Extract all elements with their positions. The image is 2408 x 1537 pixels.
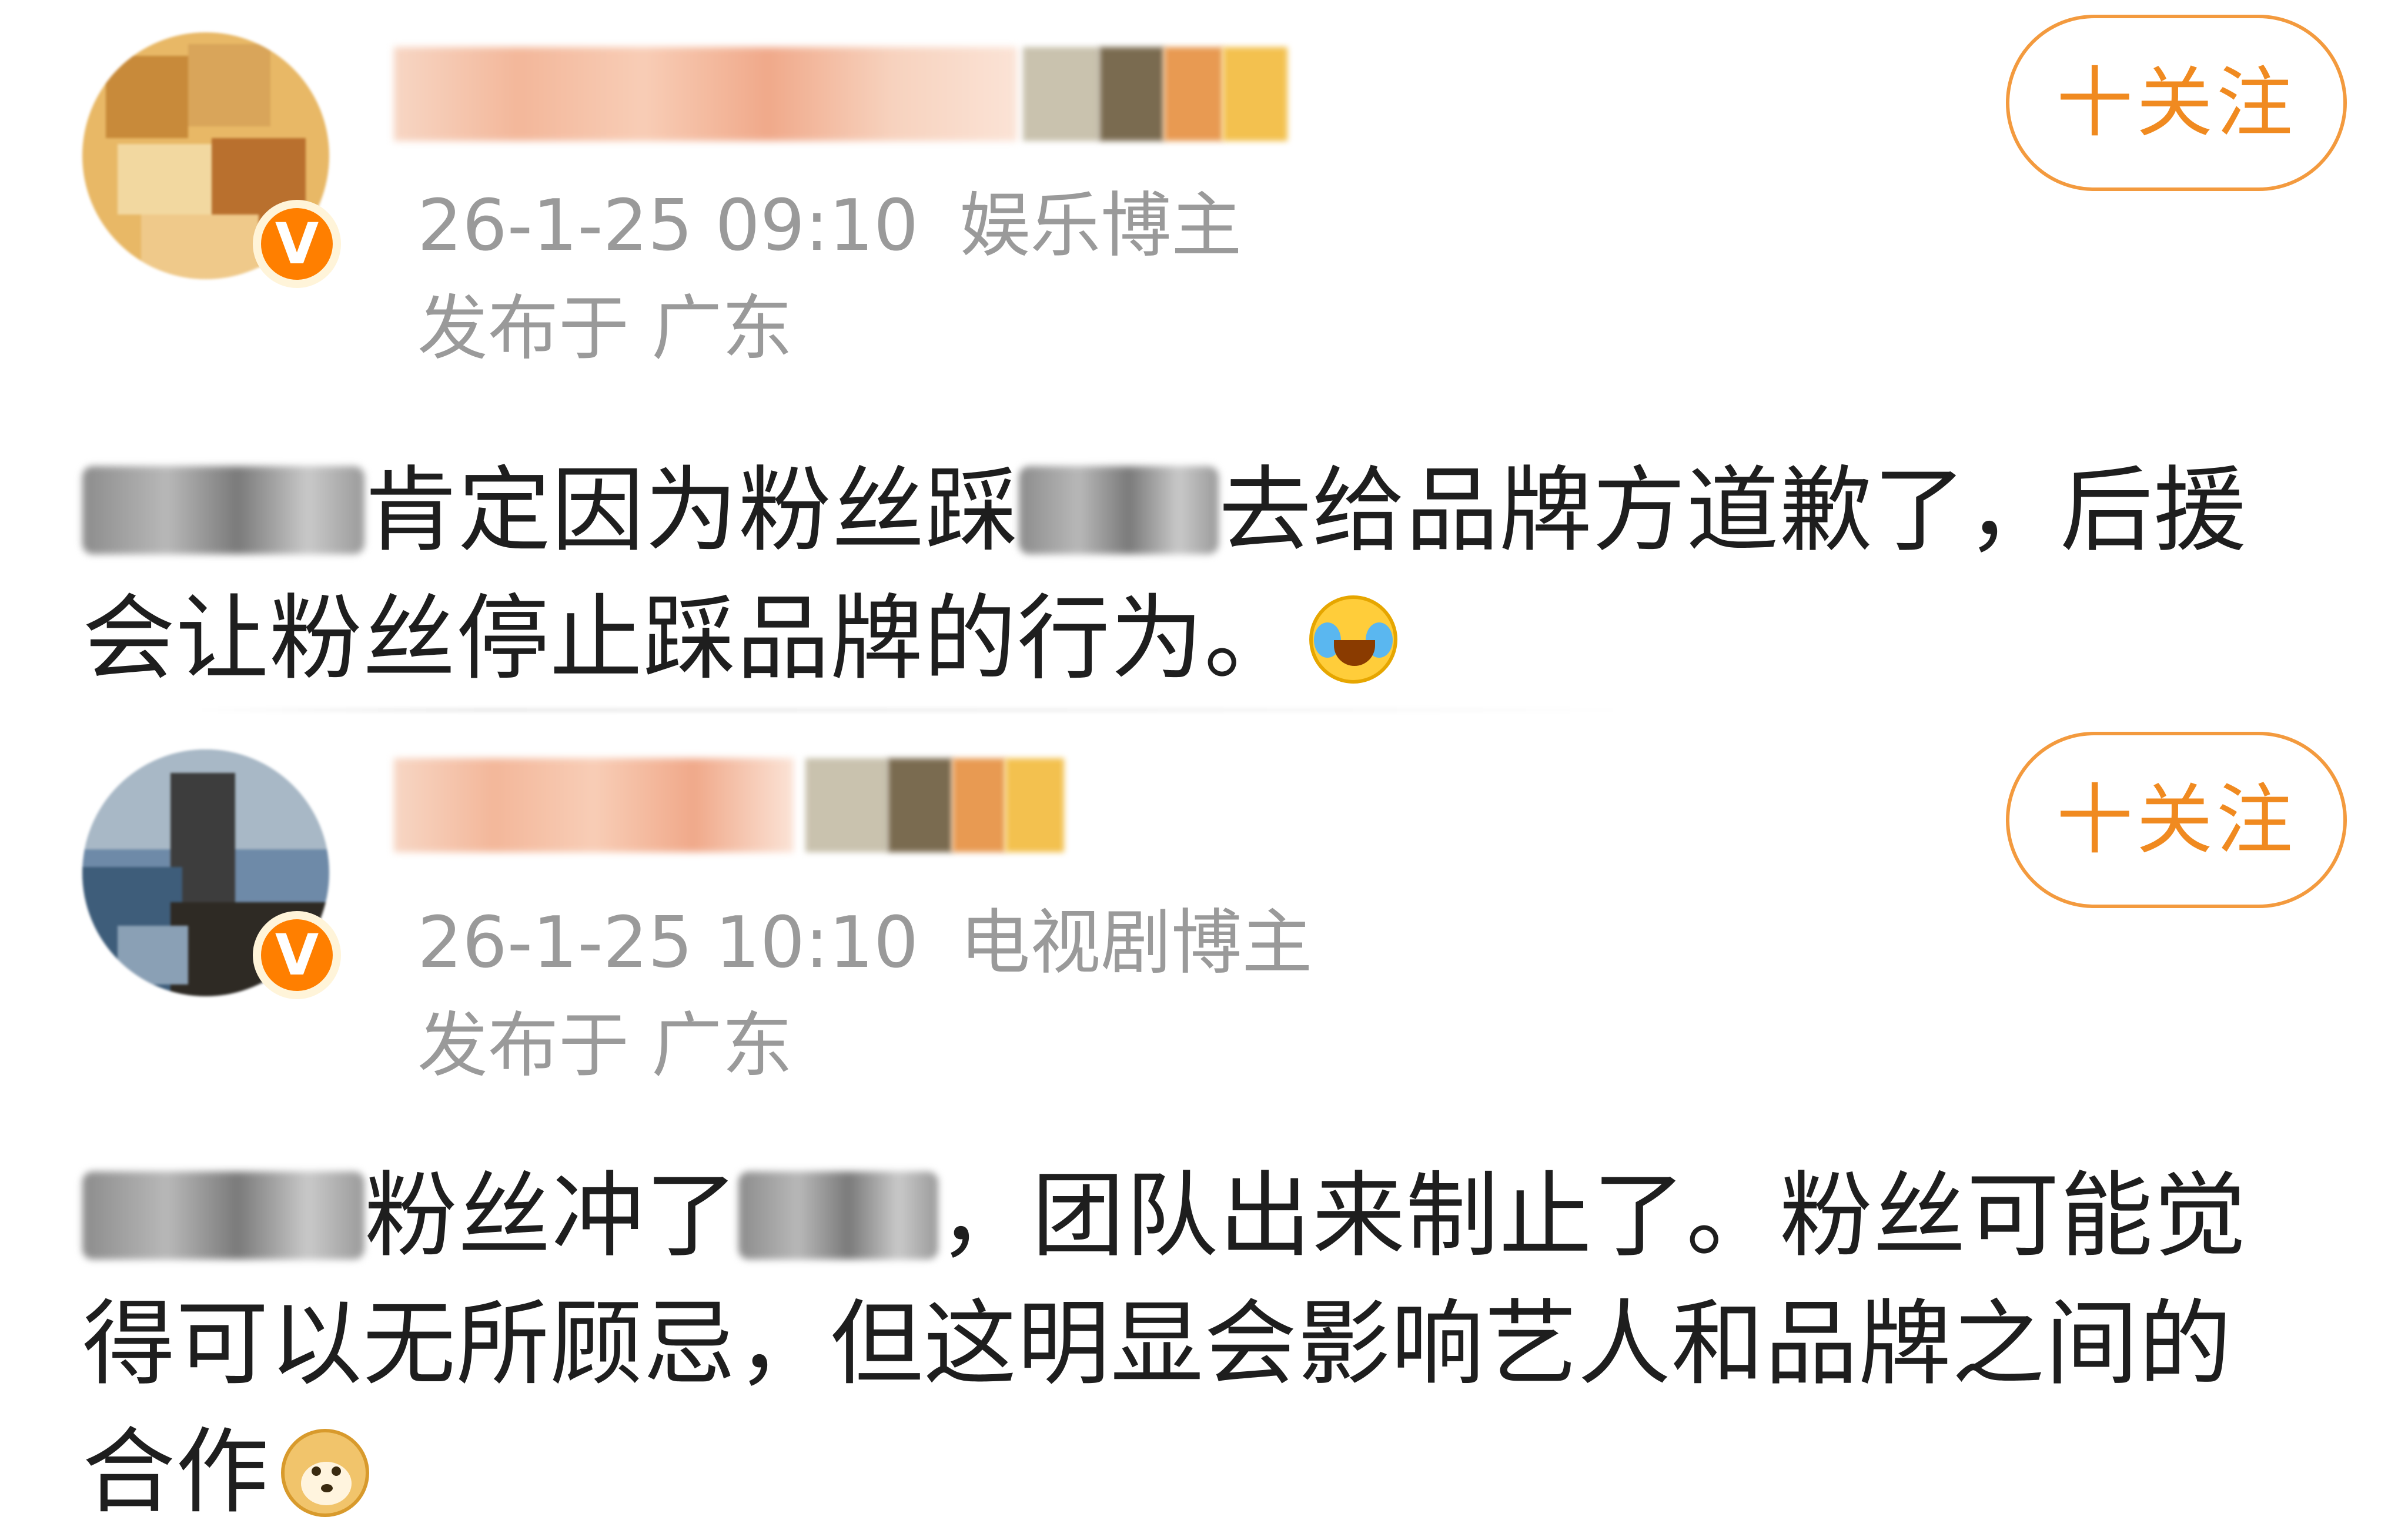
post-meta-time-role: 26-1-25 10:10 电视剧博主 xyxy=(417,908,1312,979)
author-name-blurred[interactable] xyxy=(394,47,1287,141)
verified-badge-icon: V xyxy=(253,911,341,999)
post-meta-time-role: 26-1-25 09:10 娱乐博主 xyxy=(417,191,1242,262)
author-role: 娱乐博主 xyxy=(959,185,1242,267)
post-time: 26-1-25 10:10 xyxy=(417,902,919,984)
redacted-name xyxy=(82,466,364,554)
redacted-name xyxy=(738,1171,938,1260)
laughing-crying-emoji-icon xyxy=(1309,595,1397,684)
redacted-name xyxy=(82,1171,364,1260)
follow-button[interactable]: 十关注 xyxy=(2006,732,2347,908)
author-role: 电视剧博主 xyxy=(959,902,1313,984)
doge-emoji-icon xyxy=(281,1429,369,1517)
redacted-name xyxy=(1019,466,1219,554)
follow-button[interactable]: 十关注 xyxy=(2006,15,2347,191)
author-name-blurred[interactable] xyxy=(394,758,1076,852)
post-location: 发布于 广东 xyxy=(417,288,793,370)
post-content: 肯定因为粉丝踩 去给品牌方道歉了，后援会让粉丝停止踩品牌的行为。 xyxy=(82,457,2247,693)
verified-badge-icon: V xyxy=(253,200,341,288)
post-content: 粉丝冲了 ，团队出来制止了。粉丝可能觉得可以无所顾忌，但这明显会影响艺人和品牌之间… xyxy=(82,1162,2247,1526)
post-time: 26-1-25 09:10 xyxy=(417,185,919,267)
post-location: 发布于 广东 xyxy=(417,1005,793,1087)
divider xyxy=(194,708,1634,712)
